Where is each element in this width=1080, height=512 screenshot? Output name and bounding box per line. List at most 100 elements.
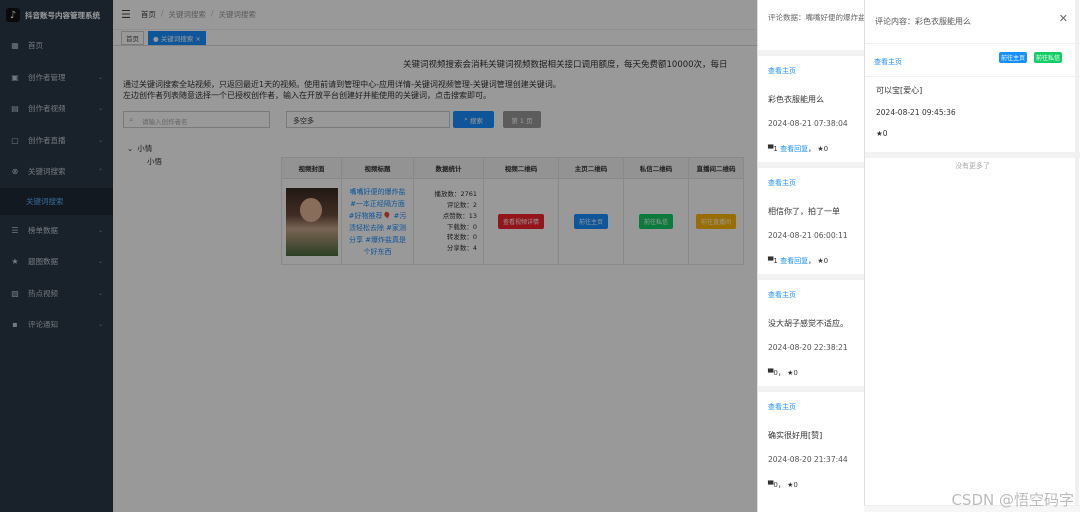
column-header: 直播间二维码 [688,157,744,179]
tiktok-logo-icon: ♪ [6,8,20,22]
reply-count: 1 [773,257,778,265]
stat-line: 评论数：2 [446,201,477,210]
quota-notice: 关键词视频搜索会消耗关键词视频数据相关接口调用额度，每天免费额10000次，每日 [403,60,728,70]
like-count: 0 [793,369,798,377]
sidebar: ♪ 抖音账号内容管理系统 ▦ 首页 ▣ 创作者管理 ⌄ ▤ 创作者视频 ⌄ ▢ 创作者直播 ⌄… [0,0,113,512]
comment-date: 2024-08-21 07:38:04 [768,119,848,128]
comment-meta: ▀1 查看回复， ★0 [768,257,829,265]
comments-drawer-header: 评论数据：嘴嘴好便的爆炸盐 轻松去除 #家测分享 #爆 [768,13,864,22]
chevron-down-icon: ⌄ [97,321,103,329]
go-live-button[interactable]: 前往直播间 [695,214,736,229]
chevron-down-icon: ⌄ [97,226,103,234]
fire-icon: ▧ [11,288,19,298]
sidebar-item-label: 题图数据 [28,257,58,267]
go-message-button[interactable]: 前往私信 [1034,52,1063,63]
go-home-button[interactable]: 前往主页 [999,52,1028,63]
intro-line: 通过关键词搜索全站视频，只返回最近1天的视频。使用前请到管理中心-应用详情-关键… [123,80,561,89]
sidebar-item-label: 热点视频 [28,288,58,298]
breadcrumb-item: 关键词搜索 [168,10,206,19]
stat-line: 下载数：0 [446,222,477,231]
intro-line: 左边创作者列表随意选择一个已授权创作者，输入在开放平台创建好并能使用的关键词，点… [123,90,491,100]
list-icon: ☰ [11,225,19,235]
search-icon: ⌕ [129,115,134,124]
sidebar-item-label: 榜单数据 [28,225,58,235]
comment-card: 查看主页 彩色衣服能用么 2024-08-21 07:38:04 ▀1 查看回复… [758,50,864,162]
keyword-input[interactable]: 多空多 [286,111,450,128]
sidebar-item-topic-data[interactable]: ★ 题图数据 ⌄ [0,246,113,278]
sidebar-item-home[interactable]: ▦ 首页 [0,30,113,62]
intro-text: 通过关键词搜索全站视频，只返回最近1天的视频。使用前请到管理中心-应用详情-关键… [123,80,561,101]
chevron-down-icon: ⌄ [97,258,103,266]
column-header: 视频二维码 [483,157,559,179]
comment-meta: ▀1 查看回复， ★0 [768,145,829,153]
tab-label: 关键词搜索 [160,34,194,43]
sidebar-item-creator-mgmt[interactable]: ▣ 创作者管理 ⌄ [0,62,113,94]
go-message-button[interactable]: 前往私信 [638,214,673,229]
search-button[interactable]: ⌕ 搜索 [453,111,494,128]
column-header: 视频标题 [341,157,414,179]
sidebar-item-hot-video[interactable]: ▧ 热点视频 ⌄ [0,278,113,310]
reply-count: 1 [773,145,778,153]
column-header: 私信二维码 [623,157,689,179]
live-icon: ▢ [11,135,19,145]
page-button[interactable]: 第 1 页 [503,111,541,128]
comment-date: 2024-08-20 22:38:21 [768,343,848,352]
breadcrumb: 首页 / 关键词搜索 / 关键词搜索 [141,9,256,20]
go-home-button[interactable]: 前往主页 [573,214,608,229]
vertical-scrollbar[interactable] [1075,0,1079,512]
sidebar-item-rankings[interactable]: ☰ 榜单数据 ⌄ [0,215,113,247]
caret-down-icon: ⌄ [127,144,134,153]
view-home-link[interactable]: 查看主页 [768,66,854,76]
comment-icon: ▪ [12,320,18,330]
app-logo[interactable]: ♪ 抖音账号内容管理系统 [0,0,113,30]
results-table: 视频封面 视频标题 数据统计 视频二维码 主页二维码 私信二维码 直播间二维码 … [281,157,744,265]
hamburger-icon[interactable]: ☰ [121,8,131,21]
sidebar-item-label: 创作者视频 [28,104,66,114]
view-home-link[interactable]: 查看主页 [768,178,854,188]
view-home-link[interactable]: 查看主页 [874,57,902,67]
reply-count: 0 [773,369,778,377]
breadcrumb-item[interactable]: 首页 [141,9,156,20]
comment-card: 查看主页 确实很好用[赞] 2024-08-20 21:37:44 ▀0， ★0 [758,386,864,498]
tree-node-child[interactable]: 小悟 [127,156,162,171]
comment-text: 相信你了，拍了一单 [768,207,840,216]
table-row: 嘴嘴好便的爆炸盐#一本正经隔方面#好物推荐🎈 #污渍轻松去除 #家测分享 #爆炸… [281,178,744,265]
watermark: CSDN @悟空码字 [951,491,1074,509]
view-replies-link[interactable]: 查看回复 [780,257,808,265]
tab-home[interactable]: 首页 [121,30,144,45]
tab-keyword-search[interactable]: ● 关键词搜索 × [148,30,206,45]
view-home-link[interactable]: 查看主页 [768,402,854,412]
home-qr-cell: 前往主页 [558,178,624,265]
sidebar-item-creator-video[interactable]: ▤ 创作者视频 ⌄ [0,93,113,125]
cover-person [299,197,322,222]
tree-node[interactable]: ⌄ 小情 [127,141,162,156]
sidebar-item-creator-live[interactable]: ▢ 创作者直播 ⌄ [0,125,113,157]
breadcrumb-separator: / [210,9,214,18]
sidebar-subitem-keyword-search[interactable]: 关键词搜索 [0,187,113,215]
chevron-up-icon: ⌃ [97,168,103,176]
reply-drawer: 评论内容：彩色衣服能用么 ✕ 查看主页 前往主页 前往私信 可以宝[爱心] 20… [864,0,1080,512]
search-icon: ⊗ [11,167,19,177]
author-search-input[interactable]: ⌕ 请输入创作者名 [123,111,270,128]
close-icon[interactable]: ✕ [1059,12,1068,25]
close-icon[interactable]: × [195,35,200,43]
reply-item: 可以宝[爱心] 2024-08-21 09:45:36 ★0 [865,77,1080,146]
view-replies-link[interactable]: 查看回复 [780,145,808,153]
video-cover-image[interactable] [285,187,338,256]
reply-text: 可以宝[爱心] [876,86,923,95]
sidebar-item-comment-notice[interactable]: ▪ 评论通知 ⌄ [0,309,113,341]
sidebar-item-keyword-search[interactable]: ⊗ 关键词搜索 ⌃ [0,156,113,188]
comment-meta: ▀0， ★0 [768,369,798,377]
live-qr-cell: 前往直播间 [688,178,744,265]
app-title: 抖音账号内容管理系统 [25,10,100,20]
like-count: 0 [793,481,798,489]
breadcrumb-separator: / [160,9,164,18]
dashboard-icon: ▦ [11,41,19,51]
breadcrumb-item: 关键词搜索 [218,10,256,19]
video-title-link[interactable]: 嘴嘴好便的爆炸盐#一本正经隔方面#好物推荐🎈 #污渍轻松去除 #家测分享 #爆炸… [348,186,408,258]
view-video-detail-button[interactable]: 查看视频详情 [497,214,544,229]
reply-drawer-title: 评论内容：彩色衣服能用么 [875,17,971,26]
reply-date: 2024-08-21 09:45:36 [876,108,956,117]
like-count: 0 [823,257,829,265]
view-home-link[interactable]: 查看主页 [768,290,854,300]
